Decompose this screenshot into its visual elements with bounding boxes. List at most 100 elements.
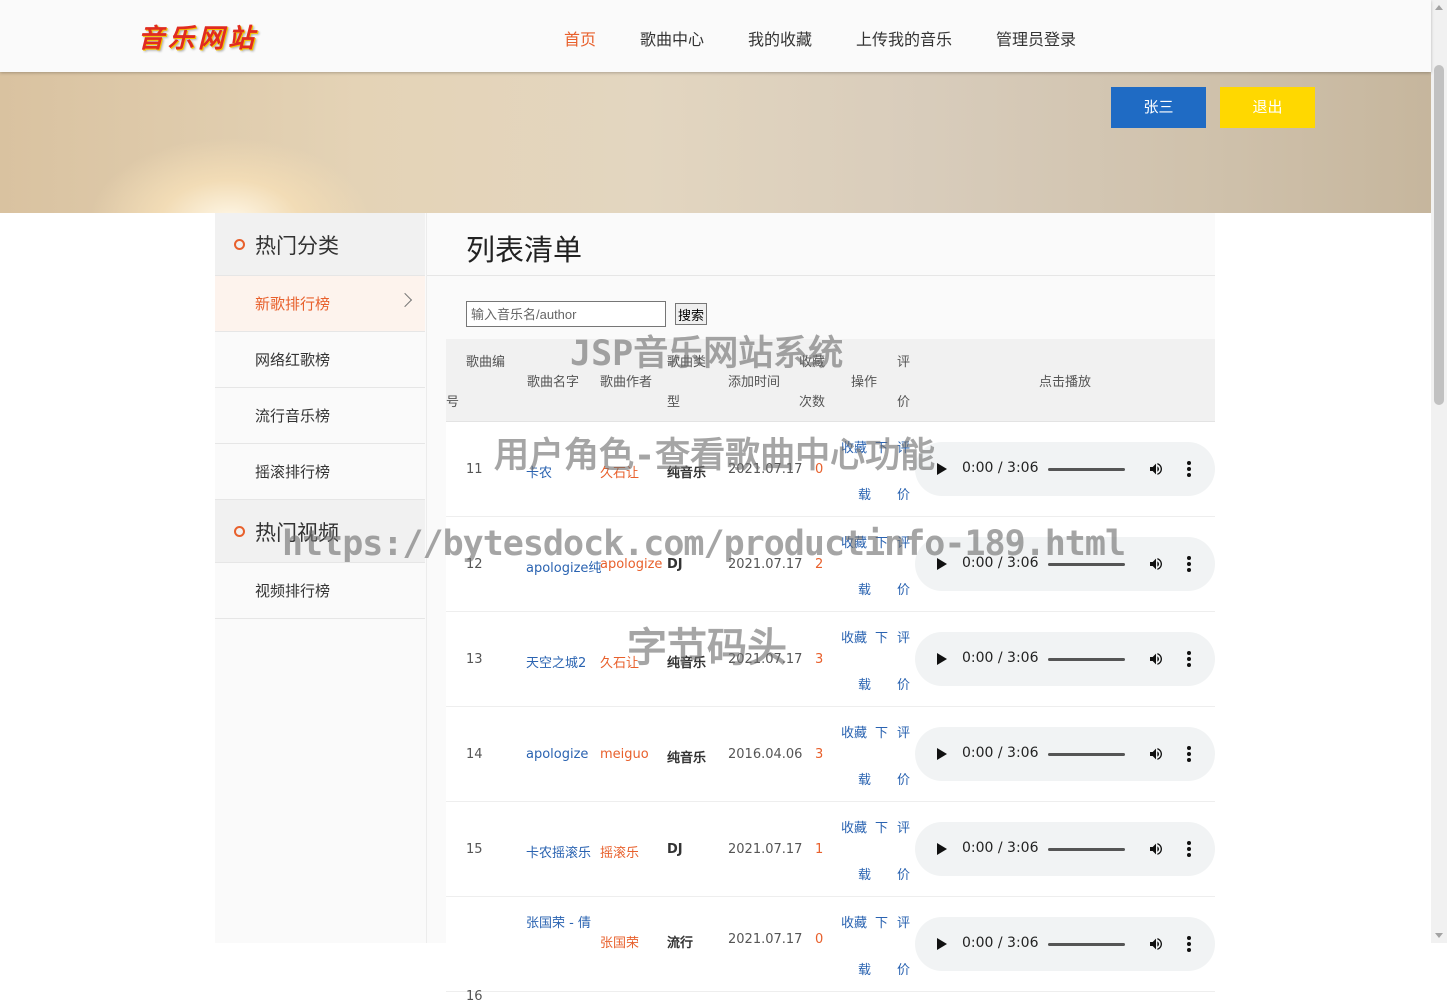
download-link-cont[interactable]: 载 (858, 959, 871, 978)
song-id: 15 (466, 842, 483, 857)
review-link-cont[interactable]: 价 (897, 864, 910, 883)
review-link-cont[interactable]: 价 (897, 579, 910, 598)
table-row: 13 天空之城2 久石让 纯音乐 2021.07.17 3 收藏下载评价 0:00 / 3:0… (446, 612, 1215, 707)
sidebar-item-label: 网络红歌榜 (255, 351, 331, 369)
song-author-link[interactable]: meiguo (600, 747, 649, 762)
download-link-cont[interactable]: 载 (858, 484, 871, 503)
table-row: 14 apologize meiguo 纯音乐 2016.04.06 3 收藏下载 评价 0:0… (446, 707, 1215, 802)
download-link[interactable]: 下 (875, 817, 888, 836)
nav-admin-login[interactable]: 管理员登录 (996, 26, 1076, 50)
sidebar-item-new-songs[interactable]: 新歌排行榜 (215, 276, 425, 332)
progress-slider[interactable] (1048, 468, 1125, 471)
search-input[interactable] (466, 301, 666, 327)
song-id: 11 (466, 462, 483, 477)
volume-icon[interactable] (1148, 841, 1164, 857)
favorite-link[interactable]: 收藏 (841, 912, 867, 931)
user-button[interactable]: 张三 (1111, 87, 1206, 128)
circle-bullet-icon (234, 526, 245, 537)
review-link[interactable]: 评 (897, 722, 910, 741)
nav-upload-music[interactable]: 上传我的音乐 (856, 26, 952, 50)
review-link[interactable]: 评 (897, 627, 910, 646)
header-ops: 操作 (851, 375, 878, 390)
volume-icon[interactable] (1148, 461, 1164, 477)
top-navbar: 音乐网站 首页 歌曲中心 我的收藏 上传我的音乐 管理员登录 (0, 0, 1431, 72)
sidebar-item-rock[interactable]: 摇滚排行榜 (215, 444, 425, 500)
play-icon[interactable] (937, 463, 947, 475)
favorite-link[interactable]: 收藏 (841, 817, 867, 836)
sidebar-item-video-ranking[interactable]: 视频排行榜 (215, 563, 425, 619)
download-link[interactable]: 下 (875, 722, 888, 741)
download-link-cont[interactable]: 载 (858, 769, 871, 788)
favorite-link[interactable]: 收藏 (841, 722, 867, 741)
download-link[interactable]: 下 (875, 912, 888, 931)
player-time: 0:00 / 3:06 (962, 745, 1039, 761)
sidebar-item-label: 视频排行榜 (255, 582, 331, 600)
progress-slider[interactable] (1048, 943, 1125, 946)
fav-count: 3 (815, 652, 824, 667)
play-icon[interactable] (937, 748, 947, 760)
more-options-icon[interactable] (1187, 936, 1191, 952)
song-name-link[interactable]: 天空之城2 (526, 652, 586, 671)
review-link-cont[interactable]: 价 (897, 674, 910, 693)
more-options-icon[interactable] (1187, 746, 1191, 762)
song-date: 2021.07.17 (728, 932, 803, 947)
chevron-right-icon (397, 292, 413, 308)
logout-button[interactable]: 退出 (1220, 87, 1315, 128)
review-link[interactable]: 评 (897, 817, 910, 836)
song-author-link[interactable]: 张国荣 (600, 932, 639, 951)
song-date: 2021.07.17 (728, 842, 803, 857)
scroll-down-arrow-icon[interactable] (1435, 933, 1443, 938)
circle-bullet-icon (234, 239, 245, 250)
sidebar-item-label: 流行音乐榜 (255, 407, 331, 425)
more-options-icon[interactable] (1187, 651, 1191, 667)
review-link-cont[interactable]: 价 (897, 484, 910, 503)
audio-player: 0:00 / 3:06 (915, 632, 1215, 686)
site-logo[interactable]: 音乐网站 (138, 18, 258, 55)
scroll-up-arrow-icon[interactable] (1435, 5, 1443, 10)
table-row: 15 卡农摇滚乐 摇滚乐 DJ 2021.07.17 1 收藏下载 评价 0:00 / 3:06 (446, 802, 1215, 897)
header-id: 歌曲编 (466, 355, 506, 370)
divider (427, 275, 1215, 276)
play-icon[interactable] (937, 843, 947, 855)
scrollbar-thumb[interactable] (1434, 65, 1444, 405)
favorite-link[interactable]: 收藏 (841, 627, 867, 646)
song-name-link[interactable]: 卡农摇滚乐 (526, 842, 591, 861)
sidebar-section-hot-categories: 热门分类 (215, 213, 425, 276)
volume-icon[interactable] (1148, 651, 1164, 667)
song-id: 13 (466, 652, 483, 667)
sidebar-item-web-hits[interactable]: 网络红歌榜 (215, 332, 425, 388)
song-date: 2016.04.06 (728, 747, 803, 762)
download-link-cont[interactable]: 载 (858, 579, 871, 598)
download-link-cont[interactable]: 载 (858, 864, 871, 883)
song-name-link[interactable]: 张国荣 - 倩 (526, 912, 591, 931)
review-link-cont[interactable]: 价 (897, 769, 910, 788)
download-link[interactable]: 下 (875, 627, 888, 646)
progress-slider[interactable] (1048, 753, 1125, 756)
volume-icon[interactable] (1148, 936, 1164, 952)
audio-player: 0:00 / 3:06 (915, 822, 1215, 876)
more-options-icon[interactable] (1187, 461, 1191, 477)
player-time: 0:00 / 3:06 (962, 650, 1039, 666)
nav-song-center[interactable]: 歌曲中心 (640, 26, 704, 50)
sidebar-item-pop-music[interactable]: 流行音乐榜 (215, 388, 425, 444)
search-button[interactable]: 搜索 (675, 303, 708, 325)
download-link-cont[interactable]: 载 (858, 674, 871, 693)
play-icon[interactable] (937, 938, 947, 950)
song-author-link[interactable]: 摇滚乐 (600, 842, 639, 861)
nav-my-favorites[interactable]: 我的收藏 (748, 26, 812, 50)
review-link[interactable]: 评 (897, 912, 910, 931)
volume-icon[interactable] (1148, 556, 1164, 572)
more-options-icon[interactable] (1187, 841, 1191, 857)
progress-slider[interactable] (1048, 658, 1125, 661)
progress-slider[interactable] (1048, 848, 1125, 851)
review-link-cont[interactable]: 价 (897, 959, 910, 978)
fav-count: 0 (815, 932, 824, 947)
sidebar-item-label: 新歌排行榜 (255, 295, 331, 313)
header-id-cont: 号 (446, 395, 460, 410)
nav-home[interactable]: 首页 (564, 26, 596, 50)
song-name-link[interactable]: apologize (526, 747, 588, 762)
play-icon[interactable] (937, 653, 947, 665)
more-options-icon[interactable] (1187, 556, 1191, 572)
player-time: 0:00 / 3:06 (962, 460, 1039, 476)
volume-icon[interactable] (1148, 746, 1164, 762)
